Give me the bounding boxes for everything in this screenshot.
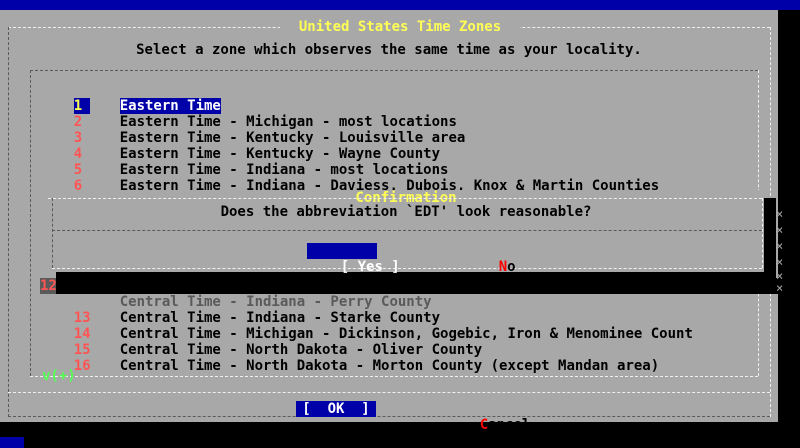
close-icon: × — [776, 281, 784, 295]
list-item[interactable]: 5 Eastern Time - Indiana - most locations — [40, 146, 449, 178]
item-tag: 12 — [40, 278, 57, 294]
bottom-bar-accent — [0, 437, 24, 448]
list-item[interactable]: 16 Central Time - North Dakota - Morton C… — [40, 342, 659, 374]
ok-button[interactable]: [ OK ] — [296, 401, 376, 417]
dialog-border-left — [52, 198, 53, 268]
close-icon: × — [776, 223, 784, 237]
list-item[interactable]: 4 Eastern Time - Kentucky - Wayne County — [40, 130, 440, 162]
list-item[interactable]: 1 Eastern Time — [40, 82, 221, 114]
no-hotkey: N — [498, 259, 508, 275]
outer-border-left — [8, 27, 9, 417]
item-tag: 16 — [73, 358, 91, 374]
dialog-shadow — [764, 198, 776, 280]
dialog-question: Does the abbreviation `EDT' look reasona… — [220, 204, 592, 220]
yes-hotkey: Y — [357, 259, 367, 275]
close-icon: × — [776, 239, 784, 253]
prompt-text: Select a zone which observes the same ti… — [136, 42, 642, 58]
confirmation-dialog: Confirmation Does the abbreviation `EDT'… — [48, 190, 764, 272]
dialog-separator — [52, 230, 762, 231]
item-label: Central Time - North Dakota - Morton Cou… — [119, 358, 660, 374]
list-item[interactable]: 2 Eastern Time - Michigan - most location… — [40, 98, 457, 130]
list-item[interactable]: 15 Central Time - North Dakota - Oliver C… — [40, 326, 482, 358]
dialog-border-right — [762, 198, 763, 268]
dialog-border-top — [48, 198, 762, 199]
list-item[interactable]: 3 Eastern Time - Kentucky - Louisville ar… — [40, 114, 466, 146]
dialog-shadow — [6, 422, 800, 432]
top-bar — [0, 0, 800, 10]
list-item[interactable]: Central Time - Indiana - Perry County — [56, 278, 778, 310]
list-item[interactable]: 6 Eastern Time - Indiana - Daviess, Duboi… — [40, 162, 659, 194]
bottom-bar — [0, 432, 800, 448]
list-border-bottom — [30, 376, 758, 377]
dialog-shadow — [56, 272, 776, 278]
window-title: United States Time Zones — [280, 19, 520, 35]
yes-bracket: [ — [340, 259, 358, 275]
cancel-button[interactable]: Cancel — [446, 401, 531, 433]
terminal-screen: United States Time Zones Select a zone w… — [0, 0, 800, 448]
yes-button[interactable]: [ Yes ] — [307, 243, 400, 275]
yes-label: es ] — [366, 259, 400, 275]
dialog-border-bottom — [52, 268, 762, 269]
list-item[interactable]: 14 Central Time - Michigan - Dickinson, G… — [40, 310, 693, 342]
list-border-left — [30, 70, 31, 376]
list-border-top — [30, 70, 758, 71]
cancel-hotkey: C — [479, 417, 489, 433]
list-item[interactable]: 13 Central Time - Indiana - Starke County — [40, 294, 440, 326]
button-separator — [8, 392, 770, 393]
scroll-indicator: v(+) — [42, 368, 76, 384]
no-button[interactable]: No — [465, 243, 516, 275]
close-icon: × — [776, 207, 784, 221]
cancel-label: ancel — [488, 417, 531, 433]
outer-border-bottom — [8, 416, 770, 417]
no-label: o — [507, 259, 516, 275]
